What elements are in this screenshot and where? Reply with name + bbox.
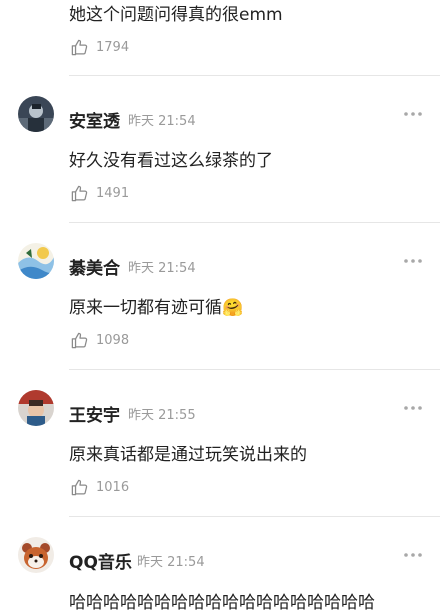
like-button[interactable]: 1098 (70, 330, 129, 350)
username[interactable]: 安室透 (69, 107, 120, 132)
thumbs-up-icon (71, 332, 88, 348)
comment-text: 好久没有看过这么绿茶的了 (69, 151, 273, 171)
like-button[interactable]: 1794 (70, 37, 129, 57)
comment-content: 原来一切都有迹可循🤗 (69, 293, 243, 318)
comment-time: 昨天 21:54 (128, 261, 196, 276)
more-options-button[interactable] (403, 550, 423, 560)
thumbs-up-icon (71, 185, 88, 201)
more-dots-icon (404, 406, 422, 410)
like-count: 1491 (96, 185, 130, 201)
hugging-face-emoji: 🤗 (222, 298, 244, 318)
like-count: 1098 (96, 332, 130, 348)
comment-time: 昨天 21:54 (128, 114, 196, 129)
comment-item-partial: 她这个问题问得真的很emm 1794 (0, 0, 440, 75)
comment-time: 昨天 21:55 (128, 408, 196, 423)
comment-time: 昨天 21:54 (137, 555, 205, 570)
username[interactable]: 綦美合 (69, 254, 120, 279)
comment-content: 好久没有看过这么绿茶的了 (69, 146, 273, 171)
like-count: 1794 (96, 39, 130, 55)
avatar[interactable] (18, 96, 54, 132)
username[interactable]: QQ音乐 (69, 548, 132, 573)
comment-text: 原来一切都有迹可循 (69, 298, 222, 318)
like-count: 1016 (96, 479, 130, 495)
more-options-button[interactable] (403, 403, 423, 413)
more-options-button[interactable] (403, 256, 423, 266)
username[interactable]: 王安宇 (69, 401, 120, 426)
comment-text: 原来真话都是通过玩笑说出来的 (69, 445, 307, 465)
watermark-fade (378, 588, 440, 611)
avatar[interactable] (18, 390, 54, 426)
more-dots-icon (404, 553, 422, 557)
thumbs-up-icon (71, 479, 88, 495)
comment-item: 綦美合 昨天 21:54 原来一切都有迹可循🤗 1098 (0, 223, 440, 370)
comment-content: 哈哈哈哈哈哈哈哈哈哈哈哈哈哈哈哈哈哈 (69, 593, 375, 611)
comment-item: 安室透 昨天 21:54 好久没有看过这么绿茶的了 1491 (0, 76, 440, 223)
comment-item: 王安宇 昨天 21:55 原来真话都是通过玩笑说出来的 1016 (0, 370, 440, 517)
comment-content: 原来真话都是通过玩笑说出来的 (69, 440, 307, 465)
thumbs-up-icon (71, 39, 88, 55)
more-options-button[interactable] (403, 109, 423, 119)
comment-list: 她这个问题问得真的很emm 1794 安室透 昨天 21:54 好久没有看过这么… (0, 0, 440, 611)
more-dots-icon (404, 112, 422, 116)
like-button[interactable]: 1491 (70, 183, 129, 203)
comment-content: 她这个问题问得真的很emm (69, 5, 283, 25)
like-button[interactable]: 1016 (70, 477, 129, 497)
avatar[interactable] (18, 537, 54, 573)
more-dots-icon (404, 259, 422, 263)
avatar[interactable] (18, 243, 54, 279)
